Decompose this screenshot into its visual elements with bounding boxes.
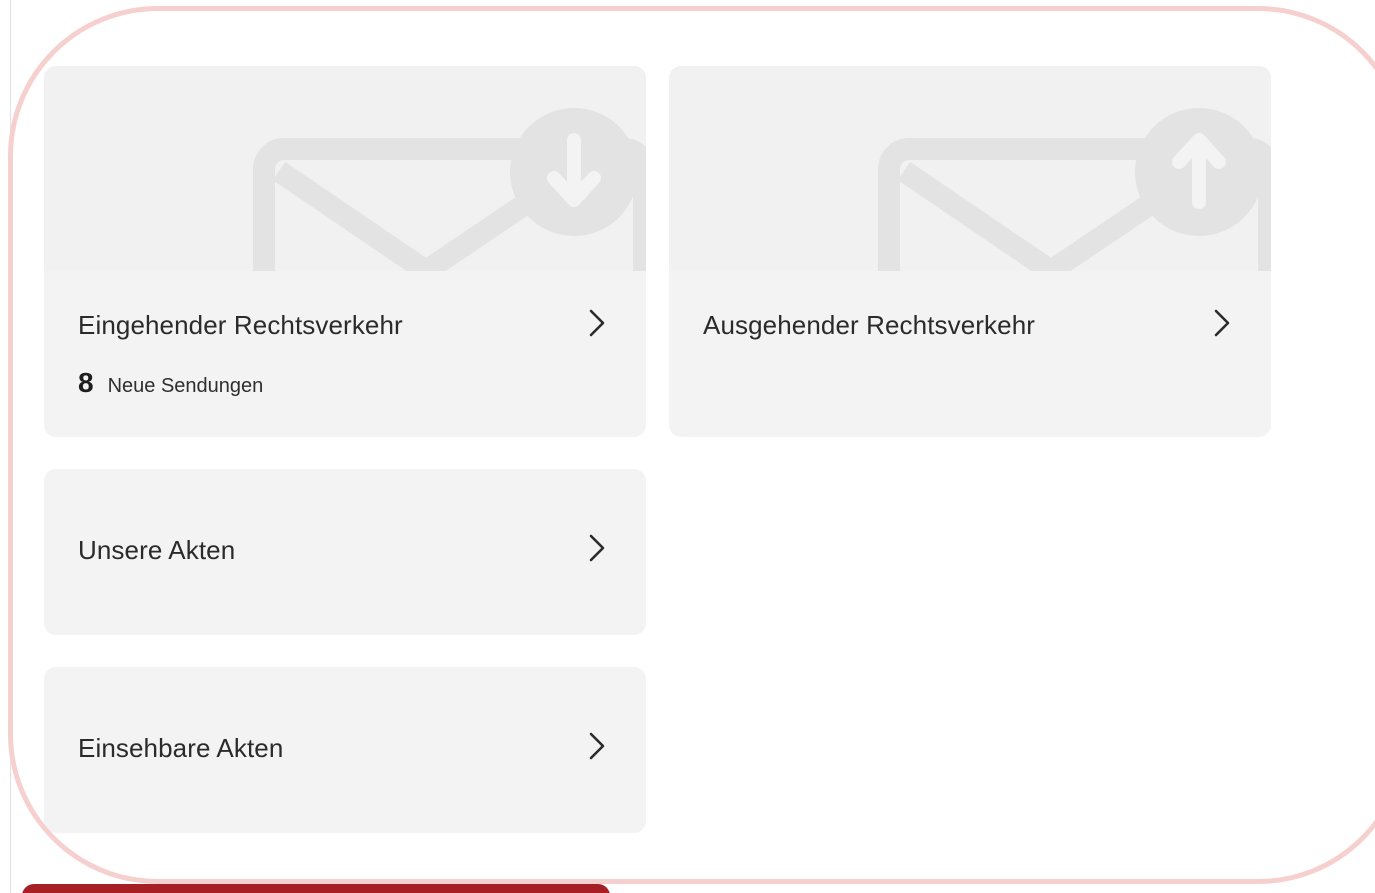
focus-highlight-frame (8, 6, 1375, 884)
bottom-accent-bar (22, 884, 610, 893)
dashboard-page: Eingehender Rechtsverkehr 8 Neue Sendung… (0, 0, 1375, 893)
